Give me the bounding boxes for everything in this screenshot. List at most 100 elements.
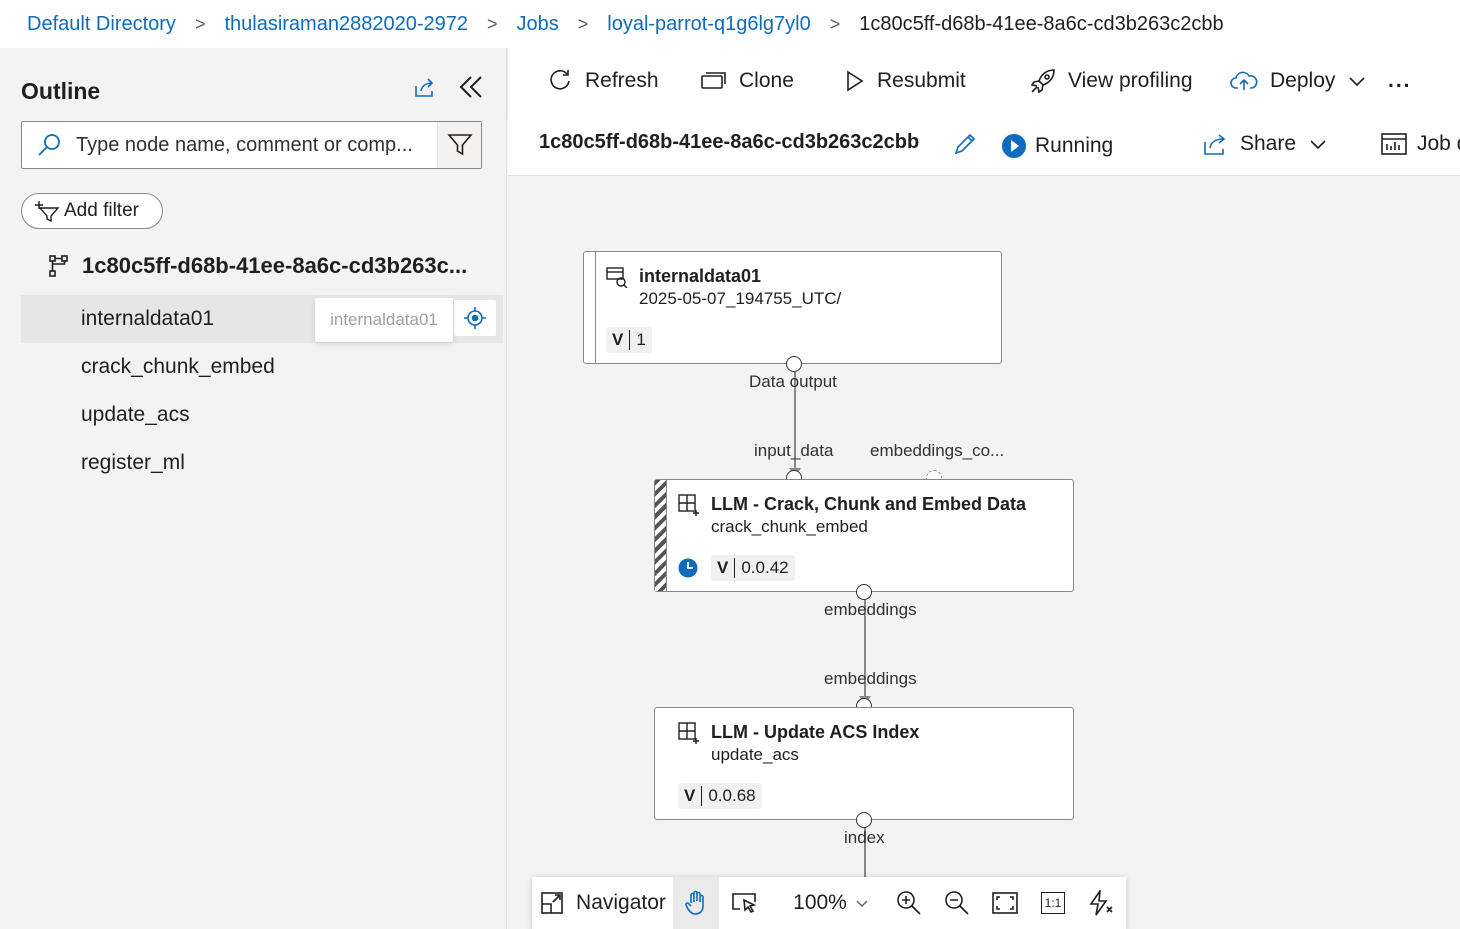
job-tab-label: Job d bbox=[1417, 132, 1460, 155]
deploy-button[interactable]: Deploy bbox=[1230, 48, 1367, 114]
auto-layout-button[interactable] bbox=[1078, 877, 1124, 929]
running-status-icon bbox=[1002, 134, 1026, 158]
zoom-level-label: 100% bbox=[793, 891, 847, 914]
auto-layout-icon bbox=[1089, 890, 1113, 916]
search-icon bbox=[36, 132, 62, 163]
node-subtitle: 2025-05-07_194755_UTC/ bbox=[639, 289, 842, 308]
outline-item-crack-chunk-embed[interactable]: crack_chunk_embed bbox=[21, 343, 503, 391]
outline-root-node[interactable]: 1c80c5ff-d68b-41ee-8a6c-cd3b263c... bbox=[48, 253, 467, 279]
breadcrumb: Default Directory > thulasiraman2882020-… bbox=[0, 0, 1460, 48]
outline-panel: Outline Add filter bbox=[0, 48, 506, 929]
view-profiling-button[interactable]: View profiling bbox=[1030, 48, 1193, 114]
port-label-embeddings-out: embeddings bbox=[824, 600, 917, 619]
breadcrumb-separator: > bbox=[829, 13, 841, 34]
rocket-icon bbox=[1030, 69, 1055, 94]
component-icon bbox=[678, 722, 699, 744]
job-title-bar: 1c80c5ff-d68b-41ee-8a6c-cd3b263c2cbb Run… bbox=[508, 114, 1460, 176]
refresh-label: Refresh bbox=[585, 69, 659, 92]
outline-item-update-acs[interactable]: update_acs bbox=[21, 391, 503, 439]
breadcrumb-experiment[interactable]: loyal-parrot-q1g6lg7yl0 bbox=[607, 13, 810, 36]
version-badge: V 0.0.42 bbox=[711, 555, 795, 581]
port-label-data-output: Data output bbox=[749, 372, 837, 391]
resubmit-button[interactable]: Resubmit bbox=[845, 48, 966, 114]
outline-search-input[interactable] bbox=[76, 130, 436, 160]
filter-button[interactable] bbox=[437, 122, 481, 168]
node-stripe bbox=[584, 252, 596, 363]
node-subtitle: update_acs bbox=[711, 745, 799, 764]
breadcrumb-workspace[interactable]: thulasiraman2882020-2972 bbox=[224, 13, 468, 36]
clone-label: Clone bbox=[739, 69, 794, 92]
breadcrumb-current-job: 1c80c5ff-d68b-41ee-8a6c-cd3b263c2cbb bbox=[859, 12, 1224, 35]
hand-icon bbox=[685, 890, 704, 915]
add-filter-label: Add filter bbox=[64, 200, 139, 221]
navigator-button[interactable]: Navigator bbox=[532, 877, 674, 929]
command-toolbar: Refresh Clone Resubmit View profiling De… bbox=[508, 48, 1460, 114]
clone-icon bbox=[701, 72, 726, 89]
share-outline-icon[interactable] bbox=[408, 72, 440, 104]
breadcrumb-separator: > bbox=[486, 13, 498, 34]
node-subtitle: crack_chunk_embed bbox=[711, 517, 868, 536]
dataset-icon bbox=[606, 267, 628, 288]
add-filter-icon bbox=[35, 201, 60, 222]
breadcrumb-separator: > bbox=[194, 13, 206, 34]
zoom-out-button[interactable] bbox=[934, 877, 980, 929]
pipeline-canvas[interactable]: internaldata01 2025-05-07_194755_UTC/ V1… bbox=[508, 176, 1460, 929]
zoom-out-icon bbox=[945, 891, 969, 915]
chevron-down-icon bbox=[856, 900, 868, 907]
clock-status-icon bbox=[678, 558, 698, 578]
fit-screen-icon bbox=[992, 892, 1018, 914]
view-profiling-label: View profiling bbox=[1068, 69, 1193, 92]
play-icon bbox=[847, 70, 864, 92]
zoom-level-dropdown[interactable]: 100% bbox=[788, 877, 874, 929]
refresh-icon bbox=[550, 69, 570, 90]
edit-name-icon[interactable] bbox=[949, 128, 981, 160]
more-actions-button[interactable]: ... bbox=[1388, 48, 1412, 114]
pan-tool-button[interactable] bbox=[673, 877, 719, 929]
port-label-embeddings-in: embeddings bbox=[824, 669, 917, 688]
zoom-in-icon bbox=[897, 891, 921, 915]
locate-node-button[interactable] bbox=[454, 300, 496, 336]
pipeline-detail-area: Refresh Clone Resubmit View profiling De… bbox=[506, 48, 1460, 929]
job-status: Running bbox=[1001, 133, 1113, 159]
node-tooltip: internaldata01 bbox=[315, 298, 453, 342]
share-button[interactable]: Share bbox=[1202, 132, 1328, 156]
chevron-down-icon bbox=[1310, 140, 1326, 150]
locate-icon bbox=[464, 307, 486, 329]
actual-size-label: 1:1 bbox=[1041, 892, 1065, 914]
deploy-label: Deploy bbox=[1270, 69, 1336, 92]
collapse-panel-icon[interactable] bbox=[455, 71, 487, 103]
refresh-button[interactable]: Refresh bbox=[547, 48, 659, 114]
cloud-upload-icon bbox=[1230, 71, 1258, 90]
breadcrumb-jobs[interactable]: Jobs bbox=[516, 13, 558, 36]
job-overview-tab[interactable]: Job d bbox=[1381, 132, 1460, 156]
version-badge: V 0.0.68 bbox=[678, 783, 762, 809]
share-label: Share bbox=[1240, 132, 1297, 155]
outline-item-label: register_ml bbox=[81, 451, 185, 474]
node-stripe-running bbox=[655, 480, 667, 591]
pipeline-icon bbox=[49, 255, 68, 277]
output-port[interactable] bbox=[786, 356, 802, 372]
node-crack-chunk-embed[interactable]: LLM - Crack, Chunk and Embed Data crack_… bbox=[654, 479, 1074, 592]
breadcrumb-default-directory[interactable]: Default Directory bbox=[27, 13, 176, 36]
node-title: internaldata01 bbox=[639, 266, 762, 286]
job-status-label: Running bbox=[1035, 134, 1114, 157]
outline-title: Outline bbox=[21, 78, 101, 104]
outline-item-register-ml[interactable]: register_ml bbox=[21, 439, 503, 487]
output-port[interactable] bbox=[856, 812, 872, 828]
navigator-icon bbox=[541, 892, 563, 914]
port-label-embeddings-co: embeddings_co... bbox=[870, 441, 1005, 460]
fit-to-screen-button[interactable] bbox=[982, 877, 1028, 929]
node-update-acs[interactable]: LLM - Update ACS Index update_acs V 0.0.6… bbox=[654, 707, 1074, 820]
add-filter-button[interactable]: Add filter bbox=[21, 193, 163, 229]
actual-size-button[interactable]: 1:1 bbox=[1030, 877, 1076, 929]
port-label-index: index bbox=[844, 828, 885, 847]
node-internaldata01[interactable]: internaldata01 2025-05-07_194755_UTC/ V1 bbox=[583, 251, 1002, 364]
zoom-in-button[interactable] bbox=[886, 877, 932, 929]
select-pointer-icon bbox=[732, 893, 757, 914]
canvas-navigator-bar: Navigator 100% 1:1 bbox=[532, 877, 1126, 929]
output-port[interactable] bbox=[856, 584, 872, 600]
navigator-label: Navigator bbox=[576, 891, 666, 914]
clone-button[interactable]: Clone bbox=[701, 48, 794, 114]
outline-item-label: internaldata01 bbox=[81, 307, 215, 330]
select-tool-button[interactable] bbox=[721, 877, 767, 929]
